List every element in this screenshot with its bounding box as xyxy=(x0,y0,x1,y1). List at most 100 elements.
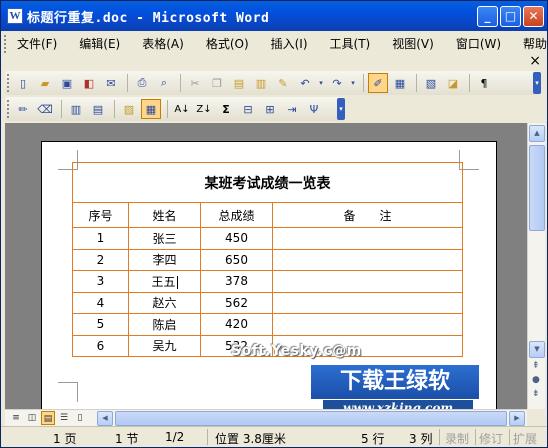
document-map-icon[interactable]: ▧ xyxy=(421,73,441,93)
menu-grip[interactable] xyxy=(4,35,7,53)
menu-view[interactable]: 视图(V) xyxy=(386,34,440,54)
menu-insert[interactable]: 插入(I) xyxy=(265,34,314,54)
cell-index[interactable]: 5 xyxy=(72,313,129,336)
toolbar-grip[interactable] xyxy=(7,74,10,92)
cell-index[interactable]: 4 xyxy=(72,291,129,314)
cell-remarks[interactable] xyxy=(272,248,463,271)
vertical-scroll-thumb[interactable] xyxy=(529,145,545,231)
paste-special-icon[interactable]: ▥ xyxy=(251,73,271,93)
cell-name[interactable]: 吴九 xyxy=(128,334,201,357)
autoformat-icon[interactable]: ▨ xyxy=(119,99,139,119)
cell-name[interactable]: 陈启 xyxy=(128,313,201,336)
print-preview-icon[interactable]: ⌕ xyxy=(154,73,174,93)
drawing-icon[interactable]: ◪ xyxy=(443,73,463,93)
header-index[interactable]: 序号 xyxy=(72,202,129,228)
menu-table[interactable]: 表格(A) xyxy=(136,34,190,54)
distribute-columns-icon[interactable]: ⊞ xyxy=(260,99,280,119)
cell-score[interactable]: 450 xyxy=(200,227,273,250)
web-layout-icon[interactable]: ◫ xyxy=(25,411,39,425)
cell-name[interactable]: 赵六 xyxy=(128,291,201,314)
scroll-right-button[interactable]: ▶ xyxy=(509,411,525,426)
status-extend[interactable]: 扩展 xyxy=(513,430,537,447)
sort-descending-icon[interactable]: Z↓ xyxy=(194,99,214,119)
score-table[interactable]: 某班考试成绩一览表 序号 姓名 总成绩 备 注 1 张三 450 2 李四 65… xyxy=(72,162,463,357)
email-icon[interactable]: ✉ xyxy=(101,73,121,93)
toolbar-grip[interactable] xyxy=(7,100,10,118)
outline-view-icon[interactable]: ☰ xyxy=(57,411,71,425)
header-name[interactable]: 姓名 xyxy=(128,202,201,228)
eraser-icon[interactable]: ⌫ xyxy=(35,99,55,119)
normal-view-icon[interactable]: ≡ xyxy=(9,411,23,425)
document-close-button[interactable]: × xyxy=(529,53,541,69)
scroll-up-button[interactable]: ▲ xyxy=(529,125,545,142)
cell-index[interactable]: 6 xyxy=(72,334,129,357)
status-track-changes[interactable]: 修订 xyxy=(479,430,503,447)
document-workspace[interactable]: 某班考试成绩一览表 序号 姓名 总成绩 备 注 1 张三 450 2 李四 65… xyxy=(5,123,527,409)
merge-cells-icon[interactable]: ▥ xyxy=(66,99,86,119)
paste-icon[interactable]: ▤ xyxy=(229,73,249,93)
cell-score[interactable]: 420 xyxy=(200,313,273,336)
redo-icon[interactable]: ↷ xyxy=(327,73,347,93)
cell-index[interactable]: 3 xyxy=(72,270,129,293)
select-browse-object-icon[interactable]: ● xyxy=(532,375,540,385)
split-cells-icon[interactable]: ▤ xyxy=(88,99,108,119)
menu-tools[interactable]: 工具(T) xyxy=(324,34,377,54)
cut-icon[interactable]: ✂ xyxy=(185,73,205,93)
cell-name[interactable]: 李四 xyxy=(128,248,201,271)
table-title[interactable]: 某班考试成绩一览表 xyxy=(72,162,463,203)
cell-remarks[interactable] xyxy=(272,291,463,314)
next-page-icon[interactable]: ⇟ xyxy=(532,389,540,399)
cell-name-with-cursor[interactable]: 王五 xyxy=(128,270,201,293)
print-icon[interactable]: ⎙ xyxy=(132,73,152,93)
scroll-left-button[interactable]: ◀ xyxy=(97,411,113,426)
align-icon[interactable]: ⇥ xyxy=(282,99,302,119)
menu-format[interactable]: 格式(O) xyxy=(200,34,255,54)
undo-icon[interactable]: ↶ xyxy=(295,73,315,93)
menu-window[interactable]: 窗口(W) xyxy=(450,34,507,54)
new-document-icon[interactable]: ▯ xyxy=(13,73,33,93)
tables-borders-icon[interactable]: ✐ xyxy=(368,73,388,93)
save-icon[interactable]: ▣ xyxy=(57,73,77,93)
maximize-button[interactable]: □ xyxy=(500,6,521,27)
table-grid-icon[interactable]: ▦ xyxy=(141,99,161,119)
reading-layout-icon[interactable]: ▯ xyxy=(73,411,87,425)
menu-file[interactable]: 文件(F) xyxy=(11,34,63,54)
menu-help[interactable]: 帮助(H) xyxy=(517,34,547,54)
horizontal-scroll-thumb[interactable] xyxy=(115,411,507,426)
permission-icon[interactable]: ◧ xyxy=(79,73,99,93)
cell-score[interactable]: 378 xyxy=(200,270,273,293)
insert-table-icon[interactable]: ▦ xyxy=(390,73,410,93)
vertical-scrollbar[interactable]: ▲ ▼ ⇞ ● ⇟ xyxy=(527,123,545,409)
open-folder-icon[interactable]: ▰ xyxy=(35,73,55,93)
sort-ascending-icon[interactable]: A↓ xyxy=(172,99,192,119)
horizontal-scrollbar[interactable]: ◀ ▶ xyxy=(97,411,525,426)
word-app-icon[interactable]: W xyxy=(7,8,23,24)
minimize-button[interactable]: _ xyxy=(477,6,498,27)
cell-remarks[interactable] xyxy=(272,313,463,336)
cell-score[interactable]: 650 xyxy=(200,248,273,271)
cell-remarks[interactable] xyxy=(272,270,463,293)
undo-dropdown-icon[interactable]: ▾ xyxy=(317,73,325,93)
close-button[interactable]: ✕ xyxy=(523,6,544,27)
header-remarks[interactable]: 备 注 xyxy=(272,202,463,228)
cell-name[interactable]: 张三 xyxy=(128,227,201,250)
format-painter-icon[interactable]: ✎ xyxy=(273,73,293,93)
redo-dropdown-icon[interactable]: ▾ xyxy=(349,73,357,93)
cell-remarks[interactable] xyxy=(272,227,463,250)
scroll-down-button[interactable]: ▼ xyxy=(529,341,545,358)
header-score[interactable]: 总成绩 xyxy=(200,202,273,228)
distribute-rows-icon[interactable]: ⊟ xyxy=(238,99,258,119)
toolbar-options-icon[interactable]: ▾ xyxy=(337,98,345,120)
toolbar-options-icon[interactable]: ▾ xyxy=(533,72,541,94)
draw-table-icon[interactable]: ✏ xyxy=(13,99,33,119)
copy-icon[interactable]: ❐ xyxy=(207,73,227,93)
show-hide-icon[interactable]: ¶ xyxy=(474,73,494,93)
status-record[interactable]: 录制 xyxy=(445,430,469,447)
print-layout-icon[interactable]: ▤ xyxy=(41,411,55,425)
previous-page-icon[interactable]: ⇞ xyxy=(532,361,540,371)
text-direction-icon[interactable]: Ψ xyxy=(304,99,324,119)
autosum-icon[interactable]: Σ xyxy=(216,99,236,119)
cell-index[interactable]: 1 xyxy=(72,227,129,250)
menu-edit[interactable]: 编辑(E) xyxy=(73,34,126,54)
cell-score[interactable]: 562 xyxy=(200,291,273,314)
